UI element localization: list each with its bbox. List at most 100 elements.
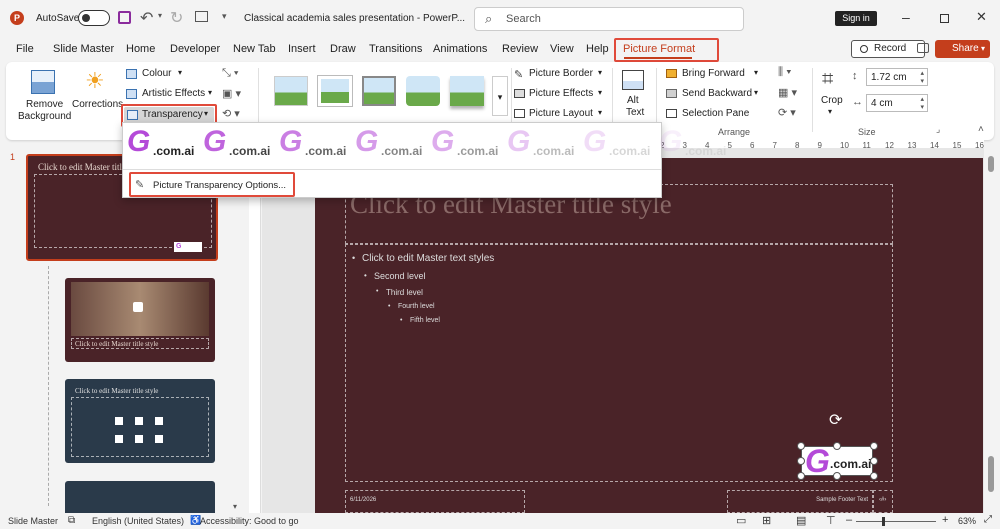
picture-border-button[interactable]: ✎ Picture Border ▾ (514, 67, 608, 83)
picture-style-5[interactable] (450, 76, 484, 106)
comment-icon[interactable] (917, 43, 929, 53)
thumb-scrollbar[interactable] (236, 154, 240, 494)
reading-view-icon[interactable]: ▤ (796, 514, 806, 527)
compress-pictures-icon[interactable]: ⤡ ▾ (222, 67, 238, 80)
layout-thumbnail-2[interactable]: Click to edit Master title style (65, 379, 215, 463)
picture-styles-more-button[interactable]: ▾ (492, 76, 508, 116)
date-placeholder[interactable]: 6/11/2026 (345, 490, 525, 513)
picture-style-3[interactable] (362, 76, 396, 106)
tab-file[interactable]: File (16, 43, 34, 55)
tab-home[interactable]: Home (126, 43, 155, 55)
crop-button[interactable]: ⌗ Crop ▾ (818, 68, 848, 122)
corrections-button[interactable]: ☀ Corrections (72, 68, 123, 128)
transparency-preset-7[interactable]: G .com.ai (583, 125, 655, 163)
transparency-preset-8[interactable]: G .com.ai (659, 125, 731, 163)
group-icon[interactable]: ▦ ▾ (778, 86, 797, 99)
width-input[interactable]: 4 cm ▴ ▾ (866, 94, 928, 112)
tab-help[interactable]: Help (586, 43, 609, 55)
page-number-placeholder[interactable]: ‹#› (873, 490, 893, 513)
slideshow-icon[interactable]: ⊤ (826, 514, 836, 527)
redo-icon[interactable]: ↻ (170, 8, 183, 28)
resize-handle-t[interactable] (833, 442, 841, 450)
tab-animations[interactable]: Animations (433, 43, 487, 55)
height-input[interactable]: 1.72 cm ▴ ▾ (866, 68, 928, 86)
collapse-ribbon-icon[interactable]: ˄ (978, 124, 984, 135)
resize-handle-tr[interactable] (870, 442, 878, 450)
footer-placeholder[interactable]: Sample Footer Text (727, 490, 873, 513)
normal-view-icon[interactable]: ▭ (736, 514, 746, 527)
slide-canvas[interactable]: Click to edit Master title style Click t… (315, 158, 983, 513)
tab-view[interactable]: View (550, 43, 574, 55)
save-icon[interactable] (118, 11, 131, 24)
zoom-in-icon[interactable]: + (942, 514, 948, 526)
transparency-preset-2[interactable]: G .com.ai (203, 125, 275, 163)
tab-slide-master[interactable]: Slide Master (53, 43, 114, 55)
colour-button[interactable]: Colour ▾ (126, 67, 186, 83)
transparency-preset-1[interactable]: G .com.ai (127, 125, 199, 163)
transparency-preset-3[interactable]: G .com.ai (279, 125, 351, 163)
sign-in-button[interactable]: Sign in (835, 11, 877, 26)
tab-transitions[interactable]: Transitions (369, 43, 422, 55)
alt-text-button[interactable]: Alt Text (618, 68, 650, 128)
tab-new-tab[interactable]: New Tab (233, 43, 276, 55)
undo-dropdown-icon[interactable]: ▾ (158, 11, 162, 20)
customize-toolbar-icon[interactable]: ▾ (222, 11, 227, 22)
search-icon: ⌕ (485, 11, 493, 26)
resize-handle-br[interactable] (870, 472, 878, 480)
resize-handle-bl[interactable] (797, 472, 805, 480)
transparency-preset-6[interactable]: G .com.ai (507, 125, 579, 163)
zoom-out-icon[interactable]: – (846, 514, 852, 526)
transparency-preset-5[interactable]: G .com.ai (431, 125, 503, 163)
picture-effects-button[interactable]: Picture Effects ▾ (514, 87, 608, 103)
selection-pane-button[interactable]: Selection Pane (666, 107, 762, 123)
height-stepper-icon[interactable]: ▴ ▾ (920, 70, 924, 86)
align-icon[interactable]: ⫼ ▾ (778, 66, 791, 79)
rotate-handle-icon[interactable]: ⟳ (829, 410, 842, 430)
layout-thumbnail-1[interactable]: Click to edit Master title style (65, 278, 215, 362)
size-dialog-launcher-icon[interactable]: ⌟ (936, 124, 940, 135)
resize-handle-r[interactable] (870, 457, 878, 465)
reset-picture-icon[interactable]: ⟲ ▾ (222, 107, 240, 120)
resize-handle-b[interactable] (833, 472, 841, 480)
spelling-icon[interactable]: ⧉ (68, 515, 75, 526)
autosave-toggle[interactable] (78, 10, 110, 26)
tab-insert[interactable]: Insert (288, 43, 316, 55)
picture-style-1[interactable] (274, 76, 308, 106)
picture-style-4[interactable] (406, 76, 440, 106)
zoom-level[interactable]: 63% (958, 516, 976, 526)
rotate-icon[interactable]: ⟳ ▾ (778, 106, 796, 119)
search-box[interactable]: ⌕ Search (474, 7, 744, 31)
minimize-icon[interactable]: – (902, 9, 910, 25)
record-button[interactable]: Record (851, 40, 925, 58)
picture-style-2[interactable] (317, 75, 353, 107)
artistic-effects-button[interactable]: Artistic Effects ▾ (126, 87, 216, 103)
restore-icon[interactable] (940, 14, 949, 23)
tab-developer[interactable]: Developer (170, 43, 220, 55)
undo-icon[interactable]: ↶ (140, 8, 153, 28)
fit-slide-icon[interactable]: ⤢ (984, 514, 992, 525)
width-stepper-icon[interactable]: ▴ ▾ (920, 96, 924, 112)
change-picture-icon[interactable]: ▣ ▾ (222, 87, 241, 100)
transparency-preset-4[interactable]: G .com.ai (355, 125, 427, 163)
remove-background-button[interactable]: Remove Background (14, 68, 72, 128)
status-language[interactable]: English (United States) (92, 516, 184, 526)
slide-sorter-icon[interactable]: ⊞ (762, 514, 771, 527)
resize-handle-l[interactable] (797, 457, 805, 465)
editor-scrollbar[interactable] (988, 156, 994, 172)
resize-handle-tl[interactable] (797, 442, 805, 450)
bring-forward-button[interactable]: Bring Forward ▾ (666, 67, 762, 83)
tab-draw[interactable]: Draw (330, 43, 356, 55)
share-button[interactable]: Share ▾ (935, 40, 990, 58)
send-backward-button[interactable]: Send Backward ▾ (666, 87, 762, 103)
layout-thumbnail-3[interactable] (65, 481, 215, 513)
present-icon[interactable] (195, 11, 208, 22)
scroll-down-icon[interactable]: ▾ (233, 502, 237, 511)
close-icon[interactable]: ✕ (976, 9, 987, 25)
status-accessibility[interactable]: Accessibility: Good to go (200, 516, 299, 526)
send-backward-dropdown-icon: ▾ (754, 88, 759, 97)
editor-scroll-icon[interactable] (988, 456, 994, 492)
zoom-slider[interactable] (856, 521, 936, 522)
zoom-slider-thumb[interactable] (882, 517, 885, 526)
picture-layout-button[interactable]: Picture Layout ▾ (514, 107, 608, 123)
tab-review[interactable]: Review (502, 43, 538, 55)
